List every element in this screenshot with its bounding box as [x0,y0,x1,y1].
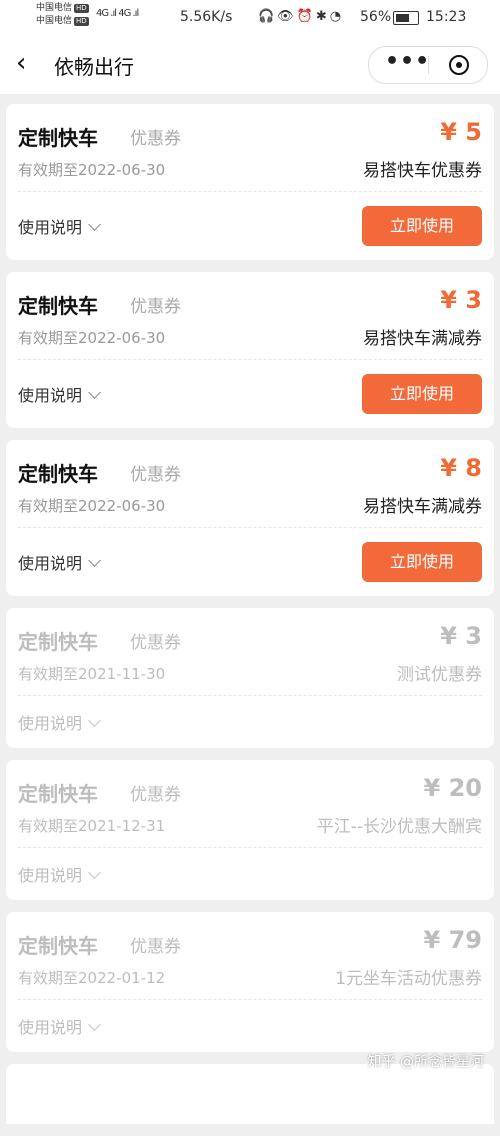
coupon-expiry: 有效期至2022-01-12 [18,969,166,987]
coupon-name: 测试优惠券 [397,665,482,685]
coupon-name: 易搭快车满减券 [363,329,482,349]
coupon-amount: ¥ 3 [440,622,482,650]
battery-icon [393,11,419,25]
app-header: ‹ 依畅出行 ••• [0,36,500,94]
back-icon[interactable]: ‹ [16,49,26,77]
usage-instructions-label: 使用说明 [18,386,83,405]
chevron-down-icon [88,554,101,567]
coupon-title: 定制快车 [18,934,98,958]
network-speed: 5.56K/s [180,9,233,25]
more-icon[interactable]: ••• [385,51,430,73]
chevron-down-icon [88,218,101,231]
coupon-expiry: 有效期至2022-06-30 [18,497,166,515]
expired-coupon-card: 定制快车 优惠券 有效期至2022-01-12 ¥ 79 1元坐车活动优惠券 使… [6,912,494,1052]
usage-instructions-label: 使用说明 [18,218,83,237]
coupon-title: 定制快车 [18,294,98,318]
coupon-card: 定制快车 优惠券 有效期至2022-06-30 ¥ 8 易搭快车满减券 使用说明… [6,440,494,596]
coupon-card-partial [6,1064,494,1124]
chevron-down-icon [88,1018,101,1031]
coupon-tag: 优惠券 [130,937,181,957]
clock: 15:23 [426,9,467,25]
coupon-tag: 优惠券 [130,129,181,149]
coupon-list: 定制快车 优惠券 有效期至2022-06-30 ¥ 5 易搭快车优惠券 使用说明… [0,104,500,1136]
capsule-divider [428,56,429,74]
coupon-name: 1元坐车活动优惠券 [335,969,482,989]
usage-instructions-toggle[interactable]: 使用说明 [18,382,101,406]
usage-instructions-toggle[interactable]: 使用说明 [18,1014,101,1038]
coupon-title: 定制快车 [18,462,98,486]
coupon-expiry: 有效期至2022-06-30 [18,161,166,179]
usage-instructions-toggle[interactable]: 使用说明 [18,862,101,886]
coupon-title: 定制快车 [18,126,98,150]
usage-instructions-label: 使用说明 [18,714,83,733]
usage-instructions-toggle[interactable]: 使用说明 [18,214,101,238]
watermark: 知乎 @所念皆星河 [367,1054,484,1070]
page-title: 依畅出行 [54,55,134,79]
coupon-tag: 优惠券 [130,465,181,485]
carrier-label-2: 中国电信 HD [36,16,89,26]
coupon-tag: 优惠券 [130,633,181,653]
usage-instructions-label: 使用说明 [18,554,83,573]
usage-instructions-toggle[interactable]: 使用说明 [18,710,101,734]
expired-coupon-card: 定制快车 优惠券 有效期至2021-11-30 ¥ 3 测试优惠券 使用说明 [6,608,494,748]
close-target-icon[interactable] [449,55,469,75]
coupon-amount: ¥ 3 [440,286,482,314]
usage-instructions-toggle[interactable]: 使用说明 [18,550,101,574]
use-now-button[interactable]: 立即使用 [362,206,482,246]
carrier-label-1: 中国电信 HD [36,3,89,13]
coupon-expiry: 有效期至2021-12-31 [18,817,166,835]
coupon-card: 定制快车 优惠券 有效期至2022-06-30 ¥ 5 易搭快车优惠券 使用说明… [6,104,494,260]
use-now-button[interactable]: 立即使用 [362,374,482,414]
chevron-down-icon [88,866,101,879]
coupon-name: 易搭快车优惠券 [363,161,482,181]
mini-program-capsule: ••• [368,46,488,84]
coupon-name: 平江--长沙优惠大酬宾 [316,817,482,837]
usage-instructions-label: 使用说明 [18,1018,83,1037]
coupon-amount: ¥ 5 [440,118,482,146]
chevron-down-icon [88,386,101,399]
coupon-expiry: 有效期至2021-11-30 [18,665,166,683]
coupon-tag: 优惠券 [130,785,181,805]
signal-icon: 4G .ıl 4G .ıl [96,8,139,19]
usage-instructions-label: 使用说明 [18,866,83,885]
coupon-expiry: 有效期至2022-06-30 [18,329,166,347]
status-bar: 中国电信 HD 中国电信 HD 4G .ıl 4G .ıl 5.56K/s 🎧👁⏰✱… [0,0,500,36]
use-now-button[interactable]: 立即使用 [362,542,482,582]
coupon-tag: 优惠券 [130,297,181,317]
coupon-name: 易搭快车满减券 [363,497,482,517]
coupon-title: 定制快车 [18,782,98,806]
status-icons: 🎧👁⏰✱◔ [258,9,345,24]
battery-percent: 56% [360,9,392,25]
coupon-amount: ¥ 79 [423,926,482,954]
coupon-card: 定制快车 优惠券 有效期至2022-06-30 ¥ 3 易搭快车满减券 使用说明… [6,272,494,428]
coupon-amount: ¥ 20 [423,774,482,802]
expired-coupon-card: 定制快车 优惠券 有效期至2021-12-31 ¥ 20 平江--长沙优惠大酬宾… [6,760,494,900]
coupon-amount: ¥ 8 [440,454,482,482]
chevron-down-icon [88,714,101,727]
coupon-title: 定制快车 [18,630,98,654]
